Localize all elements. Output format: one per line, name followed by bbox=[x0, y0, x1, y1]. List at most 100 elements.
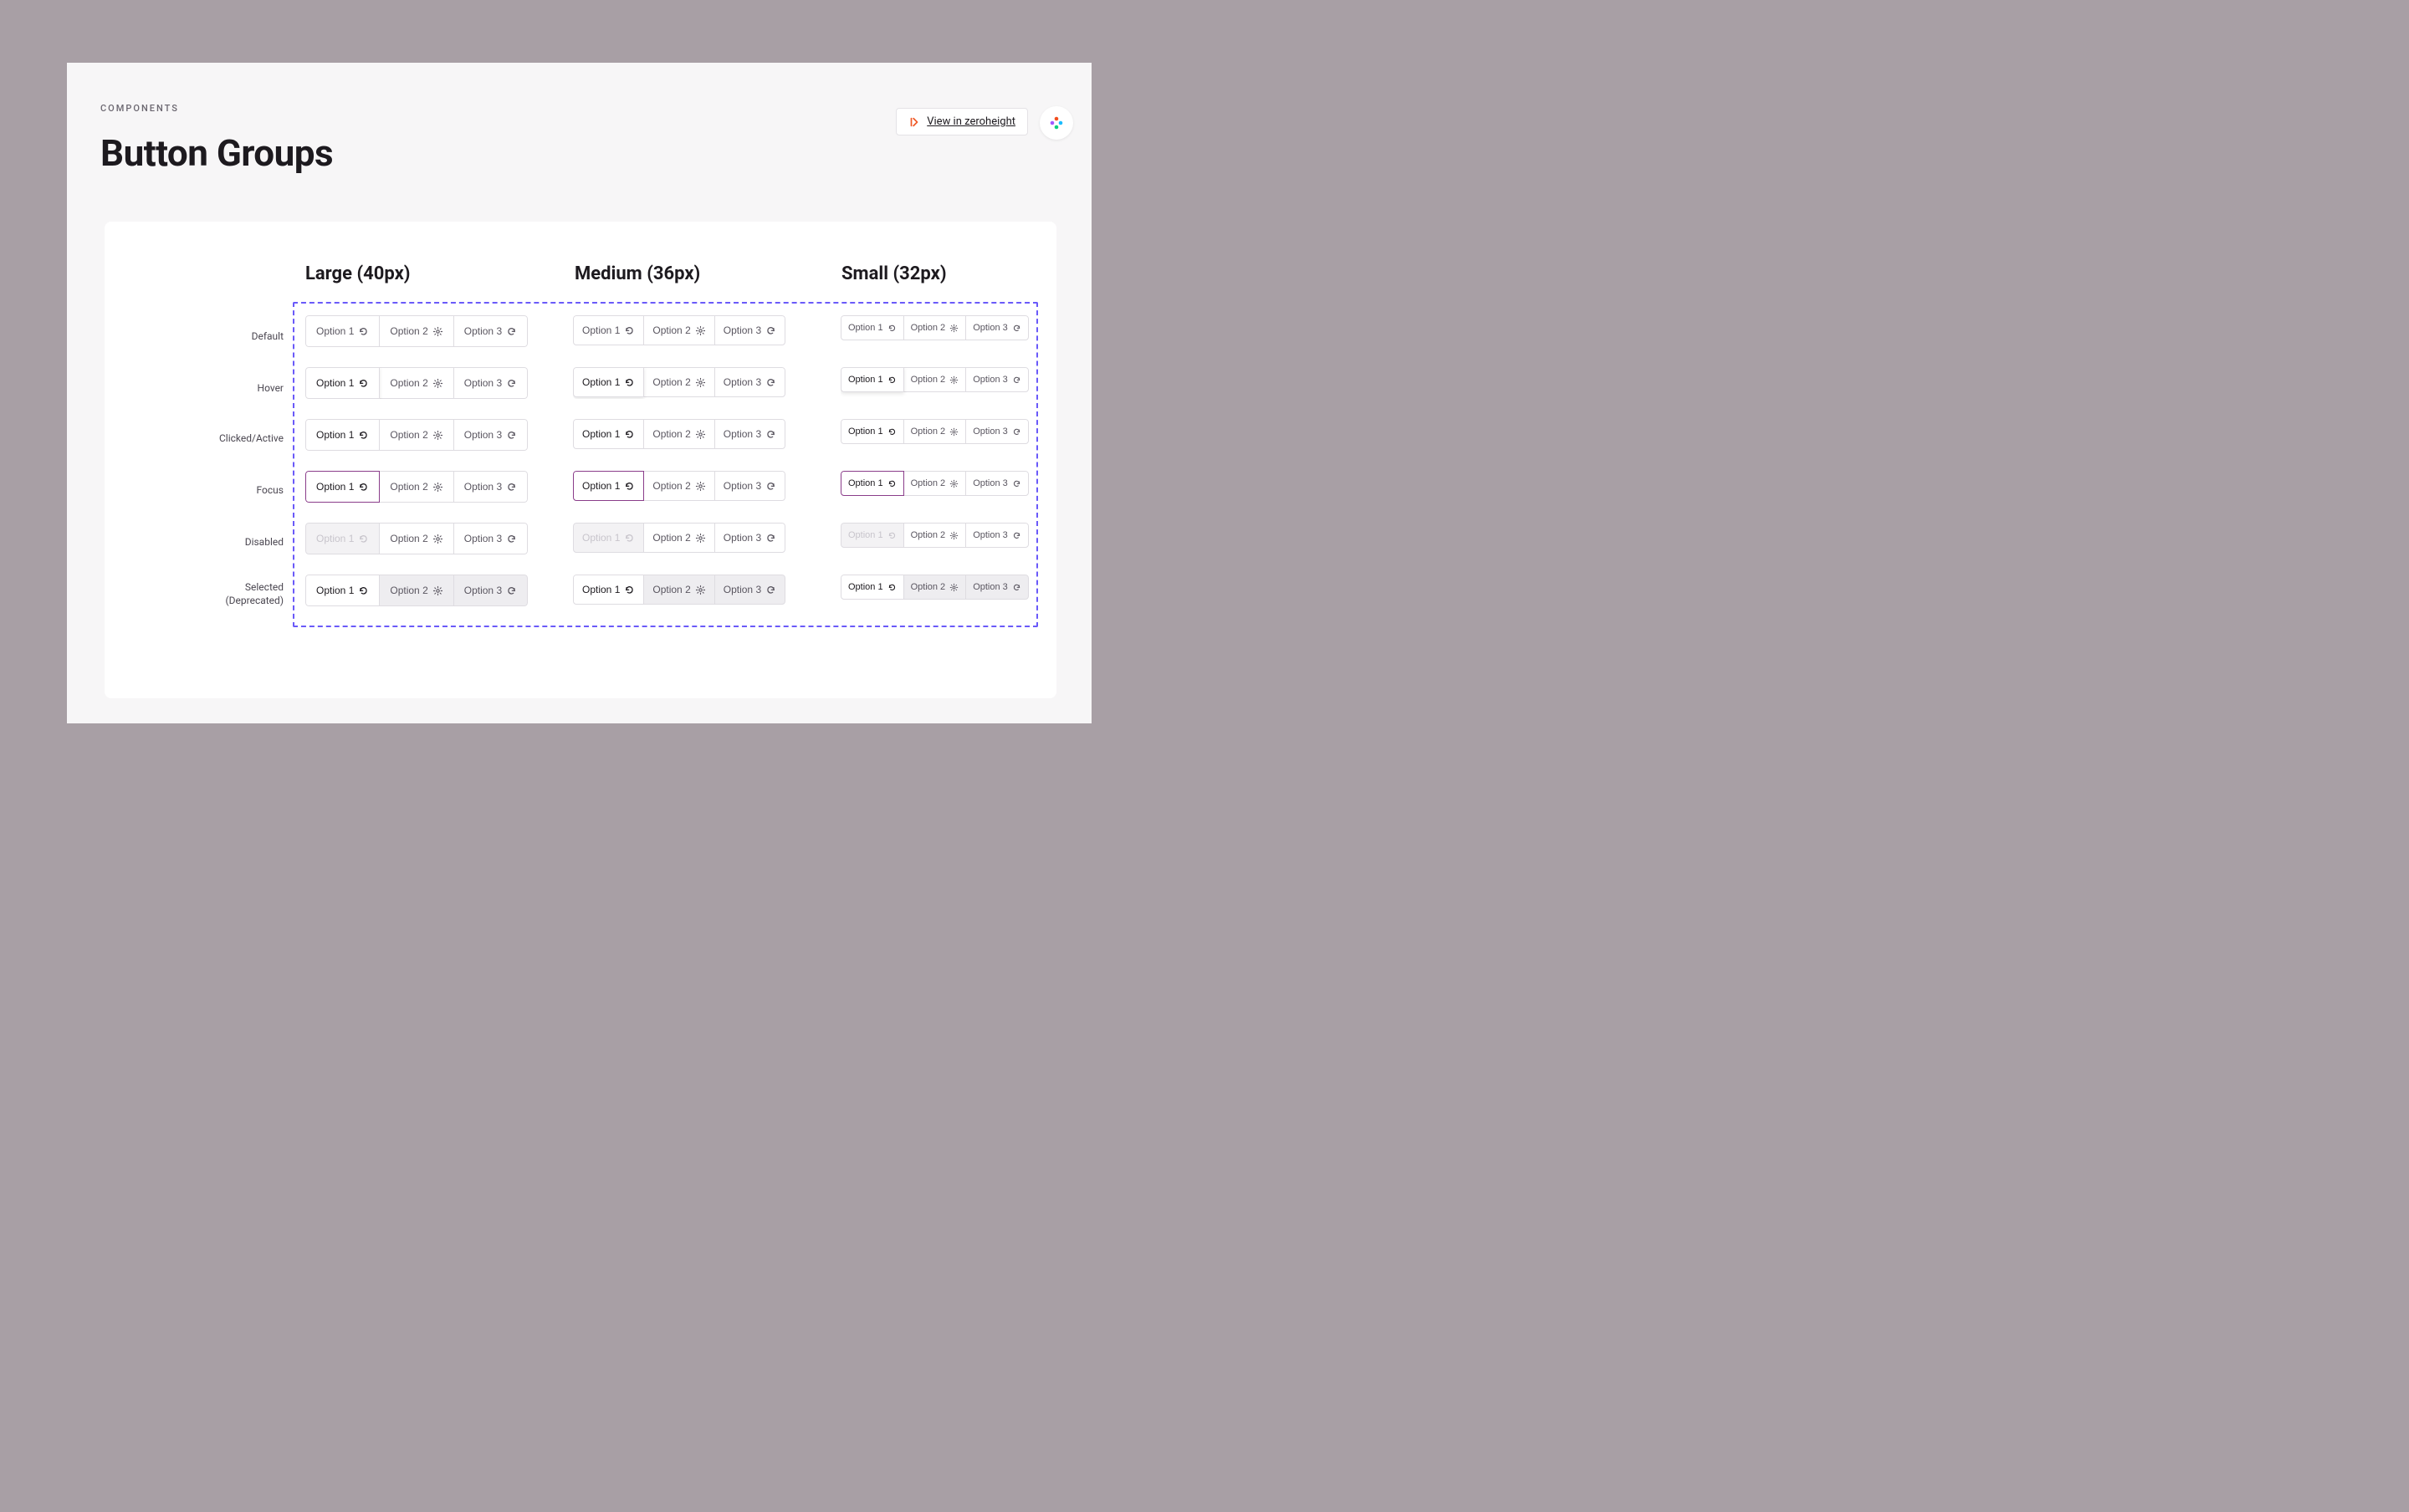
option-3-button[interactable]: Option 3 bbox=[453, 575, 528, 606]
option-1-button[interactable]: Option 1 bbox=[573, 575, 644, 605]
redo-icon bbox=[765, 533, 776, 544]
option-1-button[interactable]: Option 1 bbox=[841, 419, 904, 444]
button-group-default: Option 1 Option 2 Option 3 bbox=[841, 315, 1029, 347]
button-group-selected: Option 1 Option 2 Option 3 bbox=[841, 575, 1029, 606]
state-row-active: Option 1 Option 2 Option 3 Option 1 Opti… bbox=[305, 419, 1058, 451]
undo-icon bbox=[358, 378, 369, 389]
grid-cell: Option 1 Option 2 Option 3 bbox=[573, 471, 841, 503]
option-1-button[interactable]: Option 1 bbox=[305, 471, 380, 503]
option-2-button[interactable]: Option 2 bbox=[643, 471, 714, 501]
row-label-hover: Hover bbox=[258, 382, 284, 396]
redo-icon bbox=[765, 585, 776, 595]
option-2-button[interactable]: Option 2 bbox=[643, 367, 714, 397]
option-3-button[interactable]: Option 3 bbox=[714, 575, 785, 605]
option-3-button[interactable]: Option 3 bbox=[965, 471, 1029, 496]
option-1-button[interactable]: Option 1 bbox=[841, 315, 904, 340]
option-2-button[interactable]: Option 2 bbox=[643, 315, 714, 345]
redo-icon bbox=[1012, 427, 1021, 437]
undo-icon bbox=[624, 585, 635, 595]
option-label: Option 2 bbox=[390, 481, 427, 493]
option-3-button[interactable]: Option 3 bbox=[453, 523, 528, 554]
option-label: Option 3 bbox=[973, 427, 1008, 437]
option-3-button[interactable]: Option 3 bbox=[714, 315, 785, 345]
option-1-button[interactable]: Option 1 bbox=[573, 523, 644, 553]
button-group-disabled: Option 1 Option 2 Option 3 bbox=[573, 523, 785, 554]
option-1-button[interactable]: Option 1 bbox=[573, 315, 644, 345]
option-1-button[interactable]: Option 1 bbox=[841, 367, 904, 392]
option-label: Option 3 bbox=[464, 429, 502, 441]
redo-icon bbox=[506, 430, 517, 441]
option-2-button[interactable]: Option 2 bbox=[379, 471, 453, 503]
gear-icon bbox=[949, 479, 959, 488]
option-3-button[interactable]: Option 3 bbox=[965, 419, 1029, 444]
option-2-button[interactable]: Option 2 bbox=[903, 471, 967, 496]
grid-cell: Option 1 Option 2 Option 3 bbox=[841, 419, 1058, 451]
option-3-button[interactable]: Option 3 bbox=[965, 575, 1029, 600]
option-label: Option 1 bbox=[848, 582, 883, 592]
option-3-button[interactable]: Option 3 bbox=[453, 367, 528, 399]
option-1-button[interactable]: Option 1 bbox=[305, 575, 380, 606]
option-1-button[interactable]: Option 1 bbox=[305, 367, 380, 399]
option-1-button[interactable]: Option 1 bbox=[305, 315, 380, 347]
undo-icon bbox=[887, 375, 897, 385]
option-2-button[interactable]: Option 2 bbox=[903, 315, 967, 340]
option-2-button[interactable]: Option 2 bbox=[643, 575, 714, 605]
option-3-button[interactable]: Option 3 bbox=[714, 419, 785, 449]
option-3-button[interactable]: Option 3 bbox=[714, 523, 785, 553]
option-2-button[interactable]: Option 2 bbox=[903, 419, 967, 444]
design-canvas: COMPONENTS Button Groups View in zerohei… bbox=[67, 63, 1092, 723]
redo-icon bbox=[506, 482, 517, 493]
option-1-button[interactable]: Option 1 bbox=[573, 419, 644, 449]
option-2-button[interactable]: Option 2 bbox=[643, 419, 714, 449]
option-2-button[interactable]: Option 2 bbox=[903, 367, 967, 392]
option-3-button[interactable]: Option 3 bbox=[453, 315, 528, 347]
option-3-button[interactable]: Option 3 bbox=[965, 367, 1029, 392]
undo-icon bbox=[624, 481, 635, 492]
option-label: Option 2 bbox=[911, 323, 946, 333]
option-label: Option 3 bbox=[464, 481, 502, 493]
button-group-hover: Option 1 Option 2 Option 3 bbox=[573, 367, 785, 399]
button-group-selected: Option 1 Option 2 Option 3 bbox=[573, 575, 785, 606]
option-3-button[interactable]: Option 3 bbox=[453, 419, 528, 451]
redo-icon bbox=[1012, 583, 1021, 592]
option-2-button[interactable]: Option 2 bbox=[643, 523, 714, 553]
option-1-button[interactable]: Option 1 bbox=[573, 367, 644, 397]
option-1-button[interactable]: Option 1 bbox=[573, 471, 644, 501]
option-label: Option 1 bbox=[582, 428, 620, 440]
gear-icon bbox=[695, 325, 706, 336]
row-label-disabled: Disabled bbox=[245, 536, 284, 549]
option-2-button[interactable]: Option 2 bbox=[903, 523, 967, 548]
gear-icon bbox=[695, 481, 706, 492]
option-1-button[interactable]: Option 1 bbox=[841, 523, 904, 548]
option-2-button[interactable]: Option 2 bbox=[379, 575, 453, 606]
option-3-button[interactable]: Option 3 bbox=[965, 315, 1029, 340]
option-1-button[interactable]: Option 1 bbox=[841, 575, 904, 600]
button-group-hover: Option 1 Option 2 Option 3 bbox=[305, 367, 528, 399]
figma-badge[interactable] bbox=[1040, 106, 1073, 140]
grid-cell: Option 1 Option 2 Option 3 bbox=[305, 419, 573, 451]
option-label: Option 3 bbox=[973, 478, 1008, 488]
gear-icon bbox=[432, 585, 443, 596]
option-label: Option 3 bbox=[724, 584, 761, 595]
view-link-label: View in zeroheight bbox=[927, 115, 1015, 128]
option-1-button[interactable]: Option 1 bbox=[305, 523, 380, 554]
option-1-button[interactable]: Option 1 bbox=[305, 419, 380, 451]
option-2-button[interactable]: Option 2 bbox=[903, 575, 967, 600]
option-3-button[interactable]: Option 3 bbox=[965, 523, 1029, 548]
option-label: Option 3 bbox=[973, 530, 1008, 540]
option-1-button[interactable]: Option 1 bbox=[841, 471, 904, 496]
option-3-button[interactable]: Option 3 bbox=[714, 471, 785, 501]
option-3-button[interactable]: Option 3 bbox=[453, 471, 528, 503]
redo-icon bbox=[765, 325, 776, 336]
view-in-zeroheight-link[interactable]: View in zeroheight bbox=[896, 108, 1028, 135]
option-2-button[interactable]: Option 2 bbox=[379, 367, 453, 399]
option-2-button[interactable]: Option 2 bbox=[379, 315, 453, 347]
option-label: Option 1 bbox=[316, 481, 354, 493]
option-2-button[interactable]: Option 2 bbox=[379, 523, 453, 554]
option-label: Option 2 bbox=[652, 480, 690, 492]
option-2-button[interactable]: Option 2 bbox=[379, 419, 453, 451]
option-3-button[interactable]: Option 3 bbox=[714, 367, 785, 397]
option-label: Option 3 bbox=[464, 325, 502, 337]
option-label: Option 1 bbox=[848, 478, 883, 488]
gear-icon bbox=[432, 378, 443, 389]
